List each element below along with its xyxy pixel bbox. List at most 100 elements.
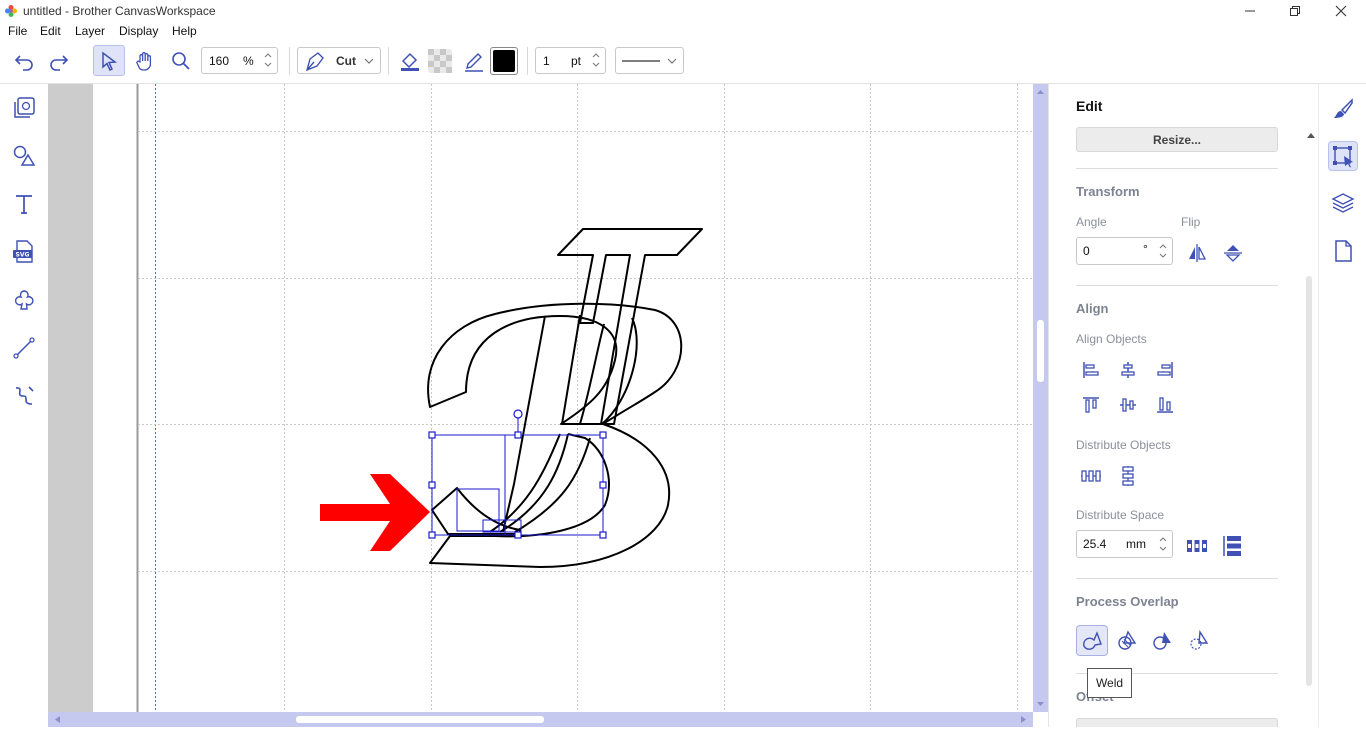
text-icon — [16, 195, 32, 214]
trim-icon — [1153, 632, 1171, 650]
redo-button[interactable] — [45, 47, 73, 75]
canvas-drawing[interactable] — [48, 84, 1033, 712]
svg-import-button[interactable]: SVG — [10, 238, 38, 266]
distribute-vertical-icon — [1122, 466, 1134, 486]
flip-label: Flip — [1181, 215, 1201, 229]
line-color-button[interactable] — [397, 47, 423, 75]
panel-title: Edit — [1076, 98, 1103, 114]
select-tool-button[interactable] — [93, 45, 125, 76]
menu-help[interactable]: Help — [172, 24, 197, 38]
color-swatch-fill — [493, 50, 515, 72]
close-icon — [1335, 5, 1347, 17]
app-logo-icon — [5, 5, 17, 17]
redo-icon — [50, 55, 69, 71]
line-width-stepper-icon[interactable] — [592, 51, 600, 69]
angle-label: Angle — [1076, 215, 1107, 229]
decorative-shape-button[interactable] — [10, 286, 38, 314]
pattern-tool-button[interactable] — [10, 94, 38, 122]
zoom-value: 160 — [209, 54, 230, 68]
zoom-stepper-icon[interactable] — [264, 51, 272, 69]
panel-scrollbar[interactable] — [1306, 276, 1312, 686]
document-icon — [1335, 240, 1352, 262]
space-vertical-button[interactable] — [1219, 532, 1247, 560]
group-overlap-button[interactable] — [1113, 626, 1141, 654]
minimize-icon — [1245, 10, 1255, 12]
hand-tool-button[interactable] — [131, 47, 159, 75]
zoom-unit: % — [243, 54, 254, 68]
pen-button[interactable] — [461, 47, 487, 75]
align-heading: Align — [1076, 301, 1109, 316]
tab-attributes[interactable] — [1328, 94, 1358, 124]
drawing-canvas[interactable] — [48, 84, 1033, 712]
scroll-corner — [1033, 712, 1048, 727]
distribute-horizontal-icon — [1081, 470, 1101, 482]
tab-document[interactable] — [1328, 236, 1358, 266]
angle-stepper-icon[interactable] — [1159, 242, 1167, 260]
align-left-icon — [1083, 362, 1099, 378]
trim-button[interactable] — [1149, 626, 1177, 654]
horizontal-scrollbar[interactable] — [48, 712, 1033, 727]
offset-button[interactable] — [1076, 718, 1278, 727]
distribute-vertical-button[interactable] — [1114, 462, 1142, 490]
distribute-horizontal-button[interactable] — [1077, 462, 1105, 490]
weld-icon — [1083, 630, 1102, 650]
pattern-library-icon — [14, 97, 35, 118]
toolbar-divider — [527, 47, 528, 75]
freehand-tool-button[interactable] — [10, 382, 38, 410]
menu-file[interactable]: File — [8, 24, 27, 38]
stroke-color-swatch[interactable] — [490, 47, 518, 75]
distribute-space-stepper-icon[interactable] — [1159, 535, 1167, 553]
left-toolbar: SVG — [0, 84, 48, 727]
paint-bucket-icon — [401, 52, 419, 71]
pen-icon — [465, 53, 483, 72]
group-overlap-icon — [1118, 630, 1137, 650]
align-left-button[interactable] — [1077, 356, 1105, 384]
pointer-icon — [102, 51, 118, 71]
angle-value: 0 — [1083, 244, 1090, 258]
align-center-icon — [1121, 362, 1135, 378]
space-vertical-icon — [1223, 536, 1241, 556]
vertical-scrollbar[interactable] — [1033, 84, 1048, 712]
space-horizontal-icon — [1187, 540, 1207, 552]
menu-bar: File Edit Layer Display Help — [0, 22, 1366, 40]
align-right-icon — [1157, 362, 1173, 378]
zoom-tool-button[interactable] — [167, 47, 195, 75]
club-shape-icon — [14, 290, 34, 310]
edit-selection-icon — [1333, 146, 1353, 168]
menu-layer[interactable]: Layer — [75, 24, 105, 38]
tab-edit[interactable] — [1328, 141, 1358, 171]
resize-button[interactable]: Resize... — [1076, 127, 1278, 152]
tab-layers[interactable] — [1328, 188, 1358, 218]
weld-button[interactable] — [1076, 625, 1108, 656]
intersect-button[interactable] — [1185, 626, 1213, 654]
space-horizontal-button[interactable] — [1183, 532, 1211, 560]
align-right-button[interactable] — [1151, 356, 1179, 384]
menu-edit[interactable]: Edit — [40, 24, 61, 38]
distribute-objects-label: Distribute Objects — [1076, 438, 1171, 452]
layers-icon — [1331, 193, 1355, 213]
restore-button[interactable] — [1272, 0, 1318, 22]
chevron-down-icon — [667, 58, 677, 64]
align-top-button[interactable] — [1077, 391, 1105, 419]
minimize-button[interactable] — [1227, 0, 1273, 22]
cut-blade-icon — [305, 52, 324, 72]
section-divider — [1076, 578, 1278, 579]
flip-vertical-button[interactable] — [1219, 239, 1247, 267]
line-tool-button[interactable] — [10, 334, 38, 362]
section-divider — [1076, 285, 1278, 286]
flip-horizontal-button[interactable] — [1183, 239, 1211, 267]
edit-panel: Edit Resize... Transform Angle Flip 0 ° … — [1048, 84, 1318, 727]
shapes-tool-button[interactable] — [10, 142, 38, 170]
align-center-button[interactable] — [1114, 356, 1142, 384]
text-tool-button[interactable] — [10, 190, 38, 218]
vertical-scroll-arrows — [1037, 90, 1044, 706]
menu-display[interactable]: Display — [119, 24, 158, 38]
close-button[interactable] — [1318, 0, 1364, 22]
align-middle-button[interactable] — [1114, 391, 1142, 419]
fill-transparent-button[interactable] — [427, 48, 453, 74]
process-overlap-heading: Process Overlap — [1076, 594, 1179, 609]
undo-button[interactable] — [10, 47, 38, 75]
chevron-down-icon — [364, 58, 374, 64]
align-bottom-button[interactable] — [1151, 391, 1179, 419]
panel-scroll-up-icon[interactable] — [1306, 131, 1316, 139]
